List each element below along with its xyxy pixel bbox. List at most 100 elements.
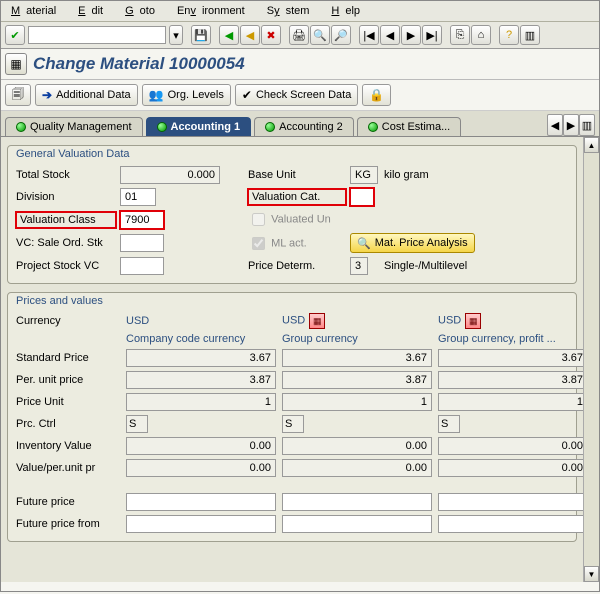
label-per-unit-price: Per. unit price — [16, 374, 120, 386]
ok-icon[interactable]: ✔ — [5, 25, 25, 45]
tab-accounting-1[interactable]: Accounting 1 — [146, 117, 252, 136]
check-screen-button[interactable]: ✔Check Screen Data — [235, 84, 358, 106]
group-title: Prices and values — [8, 293, 576, 309]
menu-system[interactable]: System — [261, 3, 322, 19]
next-page-icon[interactable]: ▶ — [401, 25, 421, 45]
value-per-unit-1[interactable] — [126, 459, 276, 477]
additional-data-button[interactable]: ➔Additional Data — [35, 84, 138, 106]
per-unit-price-3[interactable] — [438, 371, 583, 389]
cancel-icon[interactable]: ✖ — [261, 25, 281, 45]
shortcut-icon[interactable]: ⌂ — [471, 25, 491, 45]
tab-label: Quality Management — [30, 121, 132, 133]
find-next-icon[interactable]: 🔎 — [331, 25, 351, 45]
currency-col2: USD▦ — [282, 313, 432, 329]
org-levels-button[interactable]: 👥Org. Levels — [142, 84, 231, 106]
inventory-value-3[interactable] — [438, 437, 583, 455]
menu-material[interactable]: Material — [5, 3, 68, 19]
project-stock-field[interactable] — [120, 257, 164, 275]
check-screen-label: Check Screen Data — [256, 89, 351, 101]
tab-scroll-right-icon[interactable]: ▶ — [563, 114, 579, 136]
prc-ctrl-1[interactable] — [126, 415, 148, 433]
prc-ctrl-3[interactable] — [438, 415, 460, 433]
tab-cost-estimates[interactable]: Cost Estima... — [357, 117, 461, 136]
per-unit-price-1[interactable] — [126, 371, 276, 389]
dropdown-icon[interactable]: ▾ — [169, 25, 183, 45]
menu-environment[interactable]: Environment — [171, 3, 257, 19]
valuation-class-field[interactable] — [120, 211, 164, 229]
label-total-stock: Total Stock — [16, 169, 116, 181]
label-valuated: Valuated Un — [271, 213, 331, 225]
future-price-from-2[interactable] — [282, 515, 432, 533]
price-determ-field[interactable] — [350, 257, 368, 275]
first-page-icon[interactable]: |◀ — [359, 25, 379, 45]
inventory-value-1[interactable] — [126, 437, 276, 455]
tab-indicator-icon — [265, 122, 275, 132]
price-unit-1[interactable] — [126, 393, 276, 411]
scroll-track[interactable] — [584, 153, 599, 566]
valuated-checkbox — [252, 213, 265, 226]
tab-accounting-2[interactable]: Accounting 2 — [254, 117, 354, 136]
tab-indicator-icon — [157, 122, 167, 132]
valuation-cat-field[interactable] — [350, 188, 374, 206]
overview-icon[interactable]: ▦ — [5, 53, 27, 75]
help-icon[interactable]: ? — [499, 25, 519, 45]
prc-ctrl-2[interactable] — [282, 415, 304, 433]
command-field[interactable] — [28, 26, 166, 44]
tab-strip: Quality Management Accounting 1 Accounti… — [1, 111, 599, 137]
print-icon[interactable]: 🖨 — [289, 25, 309, 45]
prev-page-icon[interactable]: ◀ — [380, 25, 400, 45]
price-unit-2[interactable] — [282, 393, 432, 411]
future-price-2[interactable] — [282, 493, 432, 511]
group-general-valuation-data: General Valuation Data Total Stock Base … — [7, 145, 577, 284]
menu-edit[interactable]: Edit — [72, 3, 115, 19]
subhead-col2: Group currency — [282, 333, 432, 345]
lock-button[interactable]: 🔒 — [362, 84, 391, 106]
total-stock-field[interactable] — [120, 166, 220, 184]
find-icon[interactable]: 🔍 — [310, 25, 330, 45]
future-price-from-1[interactable] — [126, 515, 276, 533]
currency-icon[interactable]: ▦ — [465, 313, 481, 329]
pick-button[interactable]: 🗐 — [5, 84, 31, 106]
tab-scroll-left-icon[interactable]: ◀ — [547, 114, 563, 136]
subhead-col1: Company code currency — [126, 333, 276, 345]
scroll-up-icon[interactable]: ▲ — [584, 137, 599, 153]
tab-list-icon[interactable]: ▥ — [579, 114, 595, 136]
menu-help[interactable]: Help — [325, 3, 372, 19]
division-field[interactable] — [120, 188, 156, 206]
currency-icon[interactable]: ▦ — [309, 313, 325, 329]
scroll-down-icon[interactable]: ▼ — [584, 566, 599, 582]
value-per-unit-3[interactable] — [438, 459, 583, 477]
menu-goto[interactable]: Goto — [119, 3, 167, 19]
mat-price-analysis-button[interactable]: 🔍Mat. Price Analysis — [350, 233, 475, 253]
label-price-unit: Price Unit — [16, 396, 120, 408]
standard-price-3[interactable] — [438, 349, 583, 367]
inventory-value-2[interactable] — [282, 437, 432, 455]
standard-price-1[interactable] — [126, 349, 276, 367]
per-unit-price-2[interactable] — [282, 371, 432, 389]
save-icon[interactable]: 💾 — [191, 25, 211, 45]
tab-navigation: ◀ ▶ ▥ — [547, 114, 595, 136]
new-session-icon[interactable]: ⎘ — [450, 25, 470, 45]
future-price-3[interactable] — [438, 493, 583, 511]
value-per-unit-2[interactable] — [282, 459, 432, 477]
price-unit-3[interactable] — [438, 393, 583, 411]
label-division: Division — [16, 191, 116, 203]
label-standard-price: Standard Price — [16, 352, 120, 364]
base-unit-field[interactable] — [350, 166, 378, 184]
search-icon: 🔍 — [357, 237, 371, 250]
label-project-stock: Project Stock VC — [16, 260, 116, 272]
vc-sale-field[interactable] — [120, 234, 164, 252]
vertical-scrollbar[interactable]: ▲ ▼ — [583, 137, 599, 582]
layout-icon[interactable]: ▥ — [520, 25, 540, 45]
future-price-from-3[interactable] — [438, 515, 583, 533]
tab-quality-management[interactable]: Quality Management — [5, 117, 143, 136]
back-icon[interactable]: ◀ — [219, 25, 239, 45]
label-ml-act: ML act. — [271, 237, 307, 249]
standard-price-2[interactable] — [282, 349, 432, 367]
ml-act-checkbox — [252, 237, 265, 250]
additional-data-label: Additional Data — [56, 89, 131, 101]
last-page-icon[interactable]: ▶| — [422, 25, 442, 45]
page-title: Change Material 10000054 — [33, 54, 245, 74]
future-price-1[interactable] — [126, 493, 276, 511]
exit-icon[interactable]: ◀ — [240, 25, 260, 45]
